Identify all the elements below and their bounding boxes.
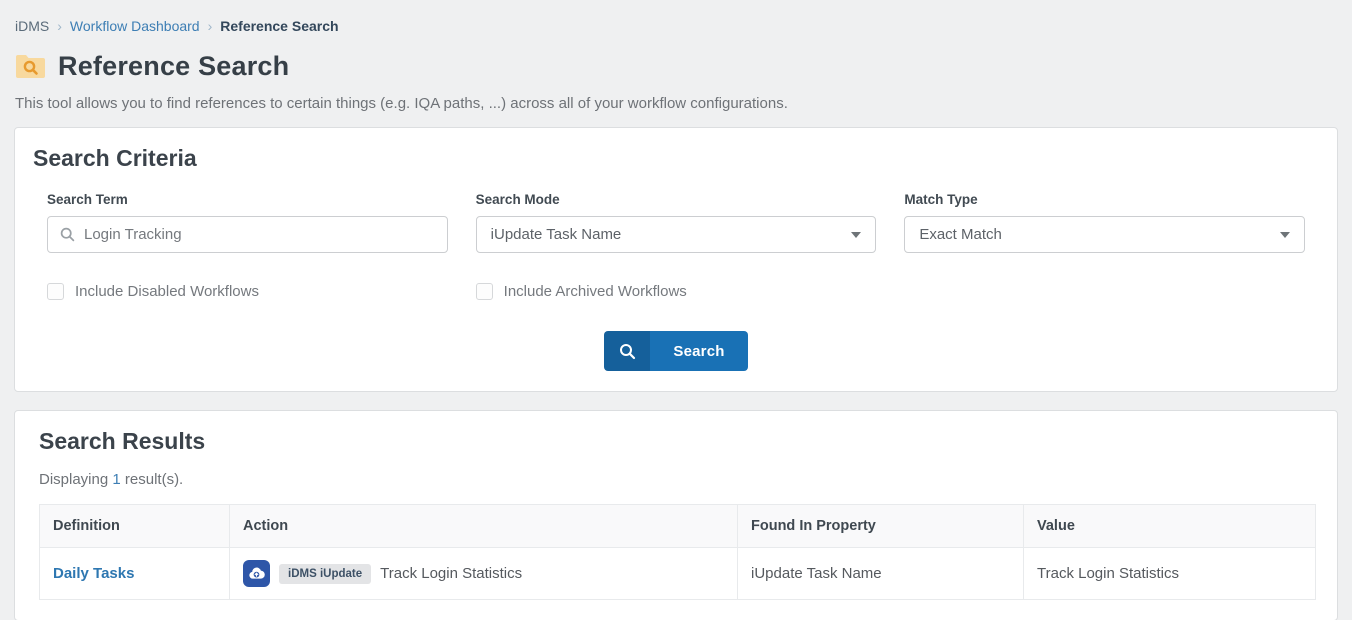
action-label: Track Login Statistics	[380, 565, 522, 582]
include-archived-workflows-checkbox[interactable]: Include Archived Workflows	[476, 283, 877, 300]
include-archived-workflows-label: Include Archived Workflows	[504, 283, 687, 300]
search-term-field-group: Search Term	[47, 192, 448, 253]
page-header: Reference Search	[0, 34, 1352, 82]
column-header-action: Action	[230, 505, 738, 548]
match-type-label: Match Type	[904, 192, 1305, 207]
search-results-panel: Search Results Displaying 1 result(s). D…	[14, 410, 1338, 620]
search-mode-label: Search Mode	[476, 192, 877, 207]
checkbox-box[interactable]	[476, 283, 493, 300]
value-cell: Track Login Statistics	[1024, 548, 1316, 600]
chevron-down-icon	[1280, 232, 1290, 238]
column-header-found-in-property: Found In Property	[738, 505, 1024, 548]
search-icon	[60, 227, 75, 242]
results-table: Definition Action Found In Property Valu…	[39, 504, 1316, 600]
include-disabled-workflows-label: Include Disabled Workflows	[75, 283, 259, 300]
match-type-selected-value: Exact Match	[919, 226, 1002, 243]
search-criteria-panel: Search Criteria Search Term Search Mode …	[14, 127, 1338, 392]
results-summary-prefix: Displaying	[39, 471, 108, 488]
found-in-property-cell: iUpdate Task Name	[738, 548, 1024, 600]
search-icon	[604, 331, 650, 371]
search-mode-field-group: Search Mode iUpdate Task Name	[476, 192, 877, 253]
cloud-upload-app-icon	[243, 560, 270, 587]
breadcrumb-reference-search: Reference Search	[220, 18, 338, 34]
definition-link[interactable]: Daily Tasks	[53, 565, 134, 582]
chevron-down-icon	[851, 232, 861, 238]
search-term-label: Search Term	[47, 192, 448, 207]
page-subtitle: This tool allows you to find references …	[0, 82, 1352, 112]
search-button[interactable]: Search	[604, 331, 748, 371]
column-header-definition: Definition	[40, 505, 230, 548]
search-term-input-wrap	[47, 216, 448, 253]
app-badge: iDMS iUpdate	[279, 564, 371, 584]
checkbox-box[interactable]	[47, 283, 64, 300]
action-cell: iDMS iUpdate Track Login Statistics	[243, 560, 724, 587]
folder-search-icon	[15, 53, 46, 80]
results-summary-suffix: result(s).	[125, 471, 183, 488]
breadcrumb-workflow-dashboard[interactable]: Workflow Dashboard	[70, 18, 200, 34]
match-type-select[interactable]: Exact Match	[904, 216, 1305, 253]
page-title: Reference Search	[58, 51, 289, 82]
search-button-label: Search	[650, 331, 748, 371]
breadcrumb-idms[interactable]: iDMS	[15, 18, 49, 34]
search-mode-select[interactable]: iUpdate Task Name	[476, 216, 877, 253]
column-header-value: Value	[1024, 505, 1316, 548]
results-summary: Displaying 1 result(s).	[39, 471, 1313, 488]
search-criteria-title: Search Criteria	[33, 145, 1319, 172]
search-results-title: Search Results	[39, 428, 1313, 455]
include-disabled-workflows-checkbox[interactable]: Include Disabled Workflows	[47, 283, 448, 300]
search-mode-selected-value: iUpdate Task Name	[491, 226, 622, 243]
chevron-right-icon: ›	[57, 18, 62, 34]
match-type-field-group: Match Type Exact Match	[904, 192, 1305, 253]
breadcrumb: iDMS › Workflow Dashboard › Reference Se…	[0, 0, 1352, 34]
table-header-row: Definition Action Found In Property Valu…	[40, 505, 1316, 548]
results-count: 1	[112, 471, 120, 488]
chevron-right-icon: ›	[208, 18, 213, 34]
search-term-input[interactable]	[84, 226, 435, 243]
table-row: Daily Tasks iDMS iUpdate Track Login Sta	[40, 548, 1316, 600]
